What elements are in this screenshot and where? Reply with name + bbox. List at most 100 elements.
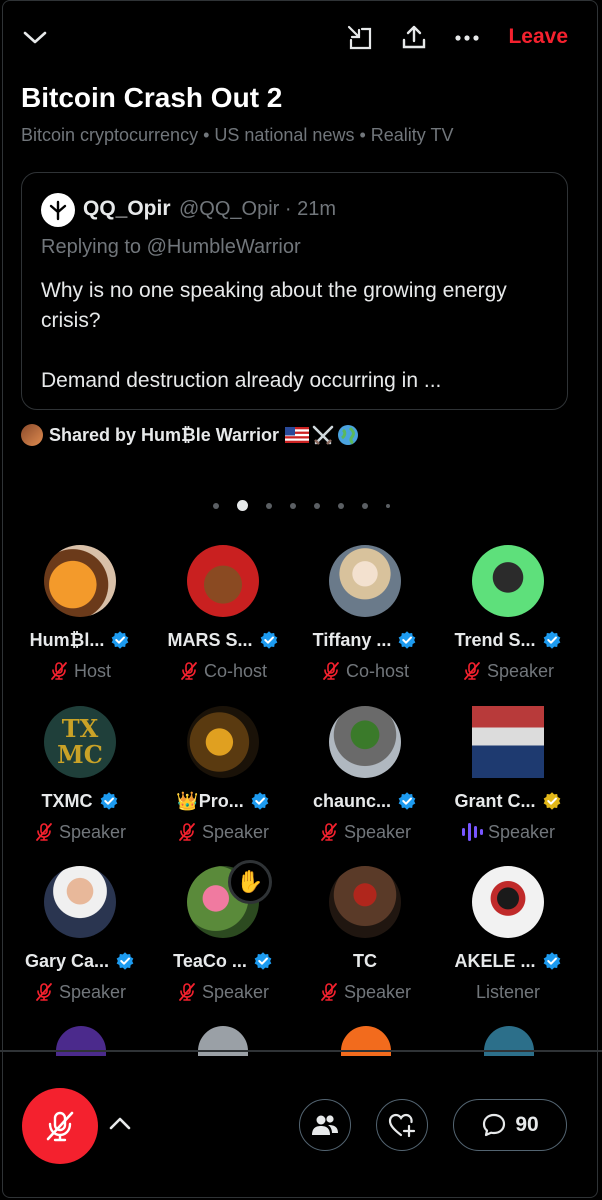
participant-role-row: Speaker <box>437 820 579 844</box>
participant-avatar[interactable] <box>44 866 116 938</box>
pagination-dot[interactable] <box>236 500 248 511</box>
participant-role: Co-host <box>203 660 268 681</box>
pagination-dot[interactable] <box>212 502 219 509</box>
verified-badge-icon <box>543 952 560 970</box>
pagination-dot[interactable] <box>385 503 390 508</box>
participant-avatar[interactable]: TX MC <box>44 706 116 778</box>
people-button[interactable] <box>299 1099 351 1151</box>
participant[interactable]: Grant C... Speaker <box>437 706 579 844</box>
pagination-dots[interactable] <box>0 500 602 511</box>
participant-avatar[interactable] <box>472 866 544 938</box>
chevron-up-icon[interactable] <box>106 1110 134 1138</box>
react-button[interactable] <box>376 1099 428 1151</box>
verified-badge-icon <box>398 792 416 810</box>
participant-avatar[interactable] <box>472 545 544 617</box>
participant-role: Speaker <box>486 660 555 681</box>
participant-role-row: Host <box>9 659 151 683</box>
participant[interactable]: Gary Ca... Speaker <box>9 866 151 1004</box>
participant-avatar[interactable] <box>187 545 259 617</box>
participant-name-row: TeaCo ... <box>152 948 294 974</box>
mic-muted-icon <box>464 662 480 680</box>
sharer-avatar <box>21 424 43 446</box>
participant-avatar[interactable] <box>329 706 401 778</box>
participant-avatar[interactable] <box>329 545 401 617</box>
participant-role-row: Co-host <box>152 659 294 683</box>
participant[interactable]: 👑Pro... Speaker <box>152 706 294 844</box>
participant-role: Speaker <box>343 981 412 1002</box>
participant-name: Trend S... <box>454 629 536 650</box>
pagination-dot[interactable] <box>265 502 272 509</box>
participant-name: Hum₿l... <box>29 629 105 650</box>
participant-role-row: Co-host <box>294 659 436 683</box>
participant-name: Tiffany ... <box>312 629 392 650</box>
participant[interactable]: Tiffany ... Co-host <box>294 545 436 683</box>
participant-role-row: Listener <box>437 980 579 1004</box>
mic-muted-icon <box>321 983 337 1001</box>
chevron-down-icon[interactable] <box>22 24 48 50</box>
participant[interactable]: Trend S... Speaker <box>437 545 579 683</box>
post-text: Why is no one speaking about the growing… <box>41 276 561 396</box>
participant-name: chaunc... <box>312 790 392 811</box>
participant-role: Speaker <box>201 821 270 842</box>
mic-muted-icon <box>323 662 339 680</box>
participant[interactable]: chaunc... Speaker <box>294 706 436 844</box>
mic-muted-icon <box>179 823 195 841</box>
participant[interactable]: MARS S... Co-host <box>152 545 294 683</box>
people-icon <box>312 1115 338 1135</box>
verified-badge-icon <box>543 631 560 649</box>
top-bar: Leave <box>0 0 602 76</box>
participant[interactable]: AKELE ... Listener <box>437 866 579 1004</box>
participant-name-row: TC <box>294 948 436 974</box>
participant-avatar[interactable] <box>472 706 544 778</box>
post-handle-time: @QQ_Opir · 21m <box>179 198 337 220</box>
participant-avatar[interactable] <box>187 706 259 778</box>
participant-role: Speaker <box>343 821 412 842</box>
heart-plus-icon <box>388 1113 416 1138</box>
sharer-emojis <box>285 424 359 446</box>
verified-badge-icon <box>260 631 277 649</box>
participant[interactable]: TX MC TXMC Speaker <box>9 706 151 844</box>
leave-button[interactable]: Leave <box>508 25 568 49</box>
mic-muted-icon <box>181 662 197 680</box>
comment-icon <box>483 1113 506 1137</box>
participant-name: TeaCo ... <box>173 950 247 971</box>
verified-badge-icon <box>100 792 117 810</box>
post-text-line: Why is no one speaking about the growing… <box>41 279 507 332</box>
pagination-dot[interactable] <box>361 502 368 509</box>
participant-role-row: Speaker <box>294 980 436 1004</box>
pinned-post-card[interactable]: QQ_Opir @QQ_Opir · 21m Replying to @Humb… <box>21 172 568 410</box>
mic-muted-button[interactable] <box>22 1088 98 1164</box>
crossed-swords-icon <box>312 425 334 445</box>
participant-name-row: chaunc... <box>294 788 436 814</box>
participant-name-row: Tiffany ... <box>294 627 436 653</box>
minimize-icon[interactable] <box>346 24 374 52</box>
verified-badge-icon <box>251 792 269 810</box>
mic-muted-icon <box>36 823 52 841</box>
share-icon[interactable] <box>400 23 428 51</box>
mic-muted-icon <box>321 823 337 841</box>
participant-avatar[interactable] <box>329 866 401 938</box>
comments-button[interactable]: 90 <box>453 1099 567 1151</box>
pagination-dot[interactable] <box>337 502 344 509</box>
shared-by-text: Shared by Hum₿le Warrior <box>49 424 280 445</box>
pagination-dot[interactable] <box>289 502 296 509</box>
us-flag-icon <box>285 427 310 443</box>
participant[interactable]: TC Speaker <box>294 866 436 1004</box>
speaking-bars-icon <box>461 823 483 841</box>
pagination-dot[interactable] <box>313 502 320 509</box>
mic-muted-icon <box>36 983 52 1001</box>
participant[interactable]: TeaCo ... Speaker <box>152 866 294 1004</box>
participant-role-row: Speaker <box>437 659 579 683</box>
participant-role: Speaker <box>487 821 556 842</box>
participant-name-row: Grant C... <box>437 788 579 814</box>
participant-name-row: Hum₿l... <box>9 627 151 653</box>
verified-badge-icon <box>116 952 134 970</box>
participant[interactable]: Hum₿l... Host <box>9 545 151 683</box>
participant-name: Gary Ca... <box>24 950 110 971</box>
post-author-avatar <box>41 193 75 227</box>
participant-name-row: TXMC <box>9 788 151 814</box>
post-replying-to: Replying to @HumbleWarrior <box>41 236 301 258</box>
participant-avatar[interactable] <box>44 545 116 617</box>
more-icon[interactable] <box>452 26 482 50</box>
participant-role-row: Speaker <box>152 820 294 844</box>
